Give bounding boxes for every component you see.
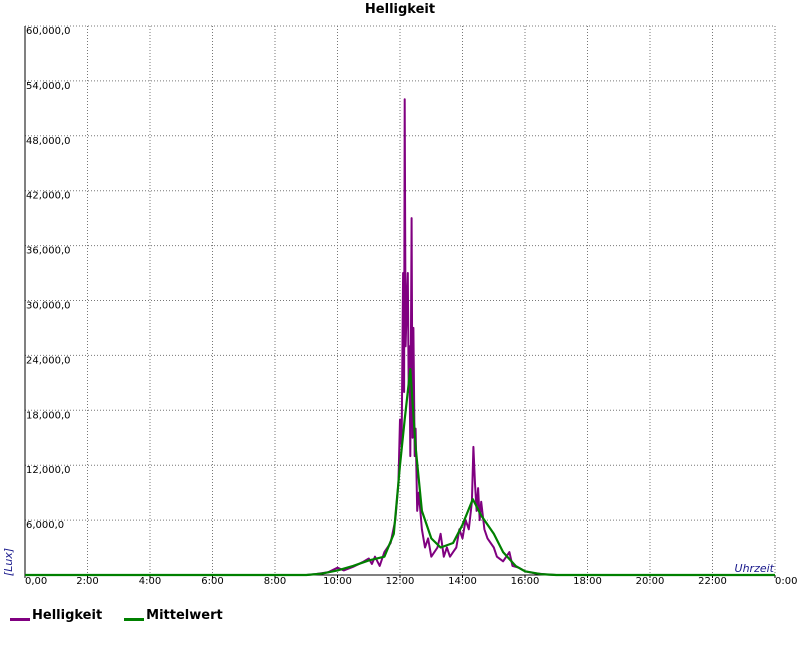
y-tick-label: 36,000,0 [26,246,71,257]
x-axis-label: Uhrzeit [735,562,775,575]
legend-swatch-mittelwert [124,618,145,621]
legend-item-helligkeit: Helligkeit [10,608,102,623]
y-tick-label: 42,000,0 [26,191,71,202]
series-line-mittelwert [25,368,775,577]
y-tick-label: 6,000,0 [26,520,64,531]
legend-swatch-helligkeit [10,618,30,621]
y-tick-label: 12,000,0 [26,465,71,476]
y-tick-label: 60,000,0 [26,26,71,37]
x-tick-label: 0,00 [25,576,47,587]
legend: Helligkeit Mittelwert [10,608,223,623]
y-tick-label: 24,000,0 [26,355,71,366]
legend-item-mittelwert: Mittelwert [124,608,223,623]
y-tick-label: 48,000,0 [26,136,71,147]
legend-label-helligkeit: Helligkeit [32,608,103,623]
brightness-chart: Helligkeit 6,000,0 12,000,0 18,000,0 24,000… [2,2,797,587]
x-tick-label: 0:00 [775,576,797,587]
y-tick-label: 30,000,0 [26,301,71,312]
legend-label-mittelwert: Mittelwert [146,608,223,623]
x-axis-ticks: 0,00 2:00 4:00 6:00 8:00 10:00 12:00 14:00 16:00… [24,575,797,587]
grid-lines [25,26,775,575]
chart-title: Helligkeit [365,2,435,17]
y-tick-label: 18,000,0 [26,410,71,421]
y-tick-label: 54,000,0 [26,81,71,92]
y-axis-ticks: 6,000,0 12,000,0 18,000,0 24,000,0 30,000,0 3… [26,26,71,531]
y-axis-label: [Lux] [2,548,15,576]
